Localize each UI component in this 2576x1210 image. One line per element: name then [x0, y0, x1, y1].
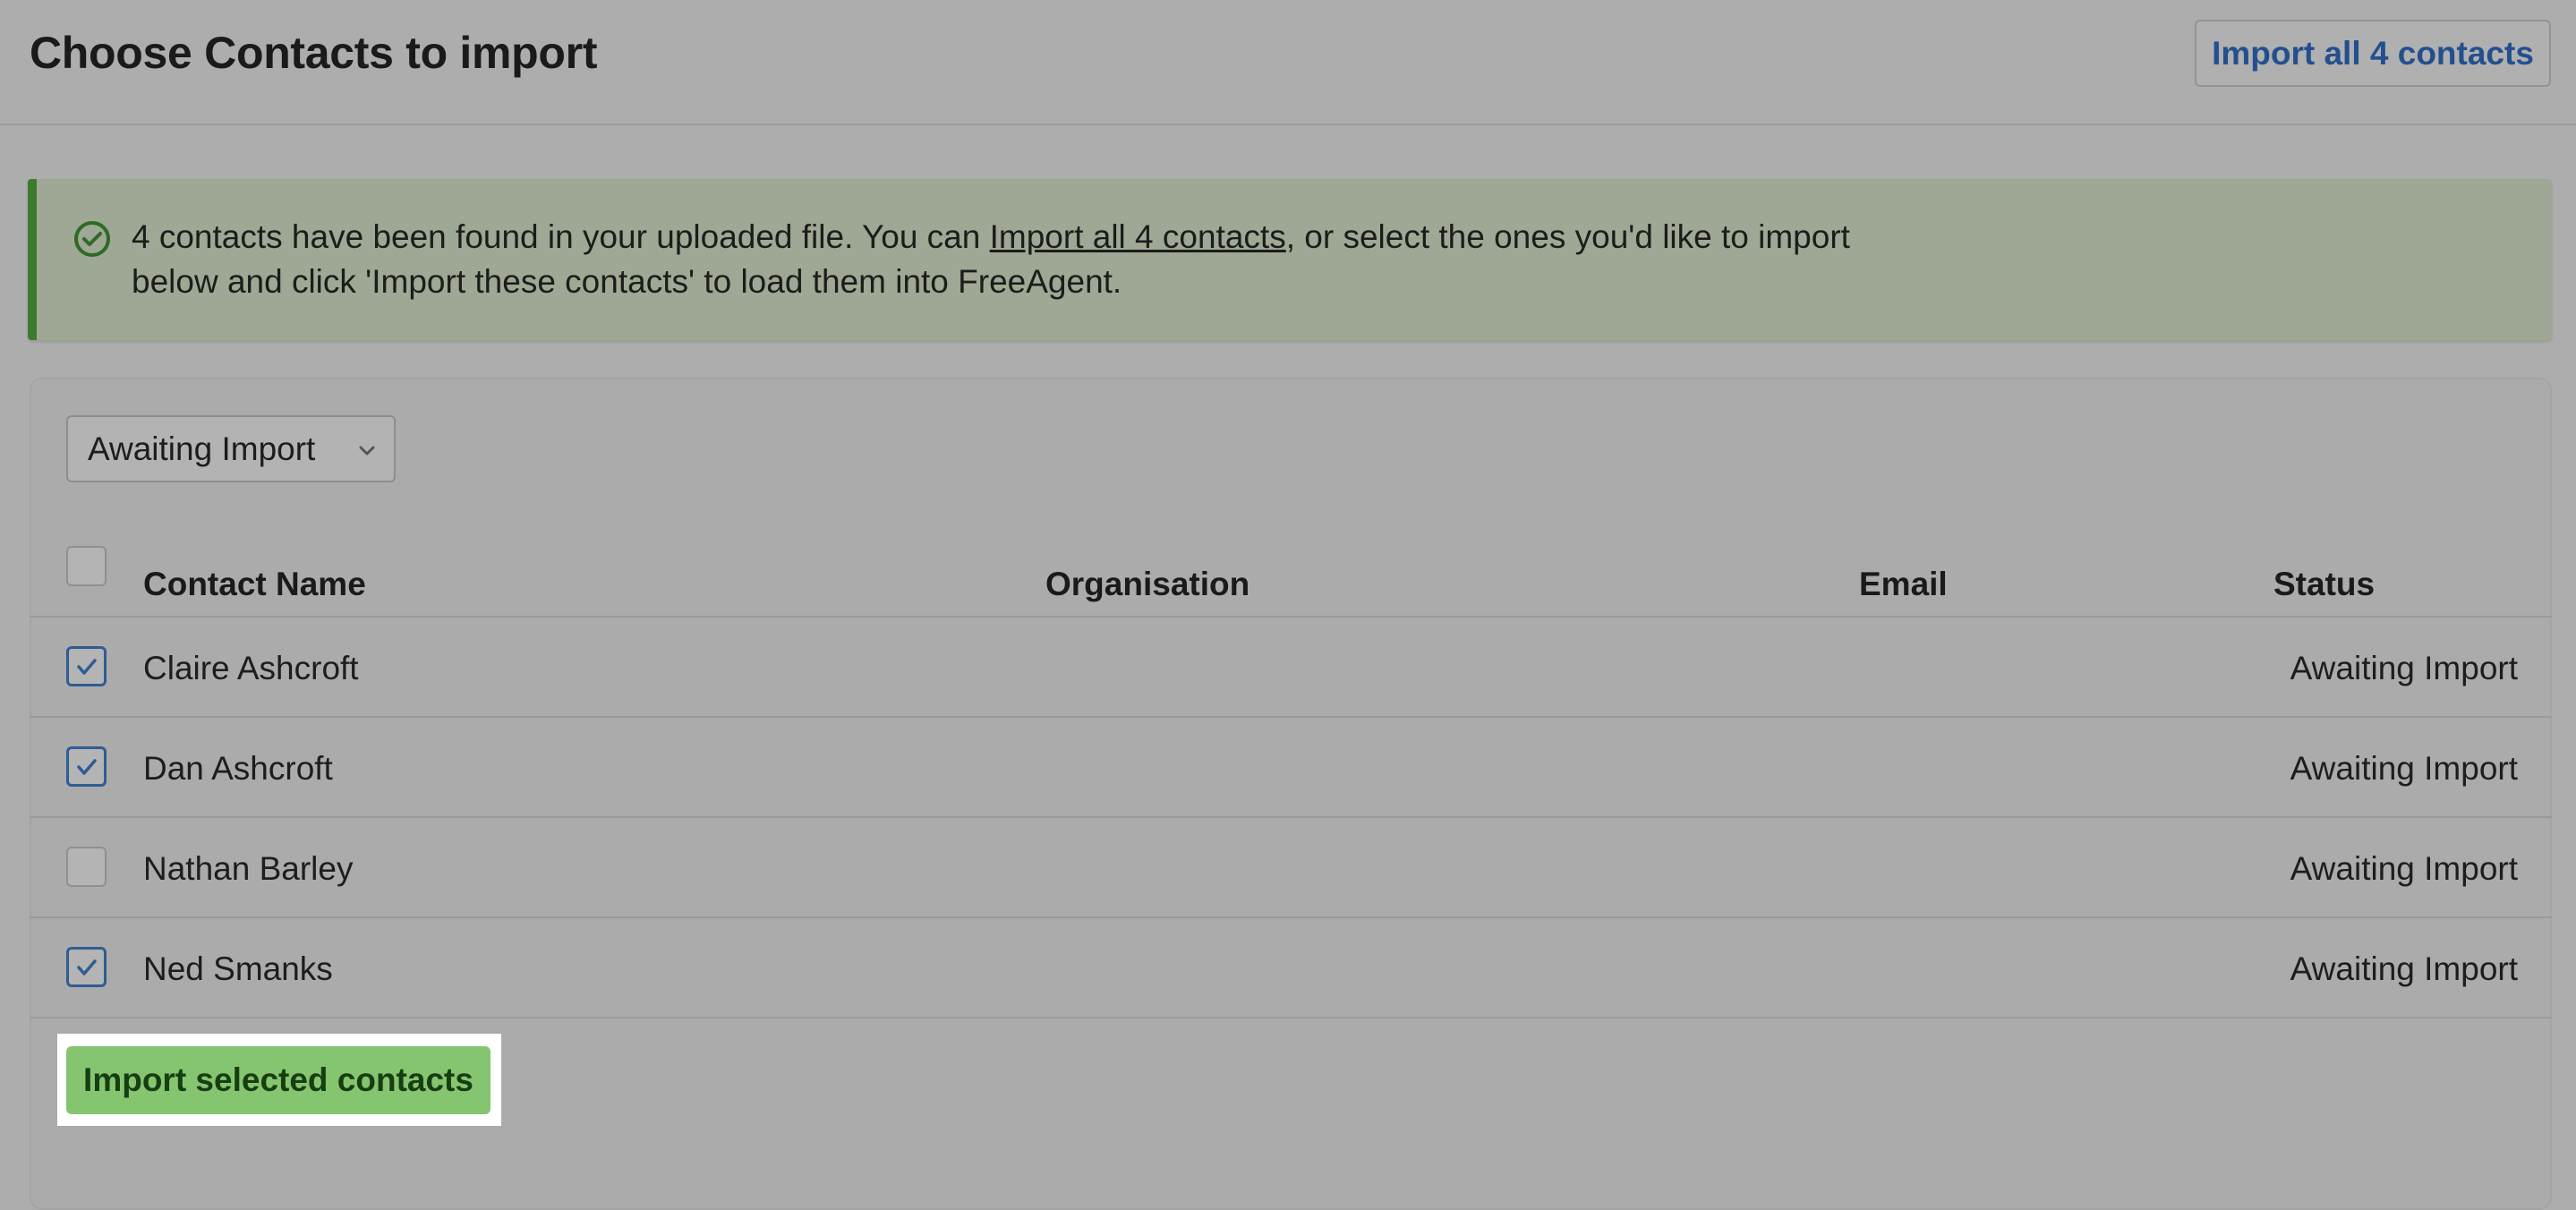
contact-name: Ned Smanks [143, 950, 333, 987]
contact-name: Dan Ashcroft [143, 750, 333, 787]
checkmark-icon [77, 759, 97, 775]
contact-name: Claire Ashcroft [143, 650, 359, 686]
banner-message: 4 contacts have been found in your uploa… [132, 215, 1877, 304]
check-circle-icon [74, 221, 110, 257]
column-header-email: Email [1859, 566, 1948, 602]
contact-status: Awaiting Import [2290, 650, 2518, 686]
import-all-button[interactable]: Import all 4 contacts [2195, 20, 2551, 87]
contact-status: Awaiting Import [2290, 950, 2518, 987]
page-title: Choose Contacts to import [30, 28, 598, 78]
chevron-down-icon [359, 446, 375, 456]
column-header-status: Status [2273, 566, 2376, 602]
contact-name: Nathan Barley [143, 850, 354, 887]
status-filter-value: Awaiting Import [88, 430, 316, 467]
checkmark-icon [77, 959, 97, 976]
column-header-contact-name: Contact Name [143, 566, 366, 602]
select-all-checkbox[interactable] [66, 546, 107, 586]
table-header: Contact Name Organisation Email Status [30, 537, 2552, 618]
row-checkbox[interactable] [66, 847, 107, 887]
banner-import-all-link[interactable]: Import all 4 contacts [990, 218, 1286, 255]
row-checkbox[interactable] [66, 746, 107, 787]
column-header-organisation: Organisation [1045, 566, 1250, 602]
table-row: Ned Smanks Awaiting Import [30, 918, 2552, 1018]
checkmark-icon [77, 659, 97, 675]
row-checkbox[interactable] [66, 947, 107, 987]
contact-status: Awaiting Import [2290, 750, 2518, 787]
contact-status: Awaiting Import [2290, 850, 2518, 887]
import-selected-button[interactable]: Import selected contacts [66, 1046, 490, 1114]
info-banner: 4 contacts have been found in your uploa… [28, 179, 2552, 340]
table-row: Dan Ashcroft Awaiting Import [30, 718, 2552, 818]
page-header: Choose Contacts to import Import all 4 c… [0, 0, 2576, 125]
banner-text-before: 4 contacts have been found in your uploa… [132, 218, 990, 255]
status-filter-select[interactable]: Awaiting Import [66, 415, 396, 482]
row-checkbox[interactable] [66, 646, 107, 686]
table-row: Nathan Barley Awaiting Import [30, 818, 2552, 918]
table-row: Claire Ashcroft Awaiting Import [30, 618, 2552, 718]
